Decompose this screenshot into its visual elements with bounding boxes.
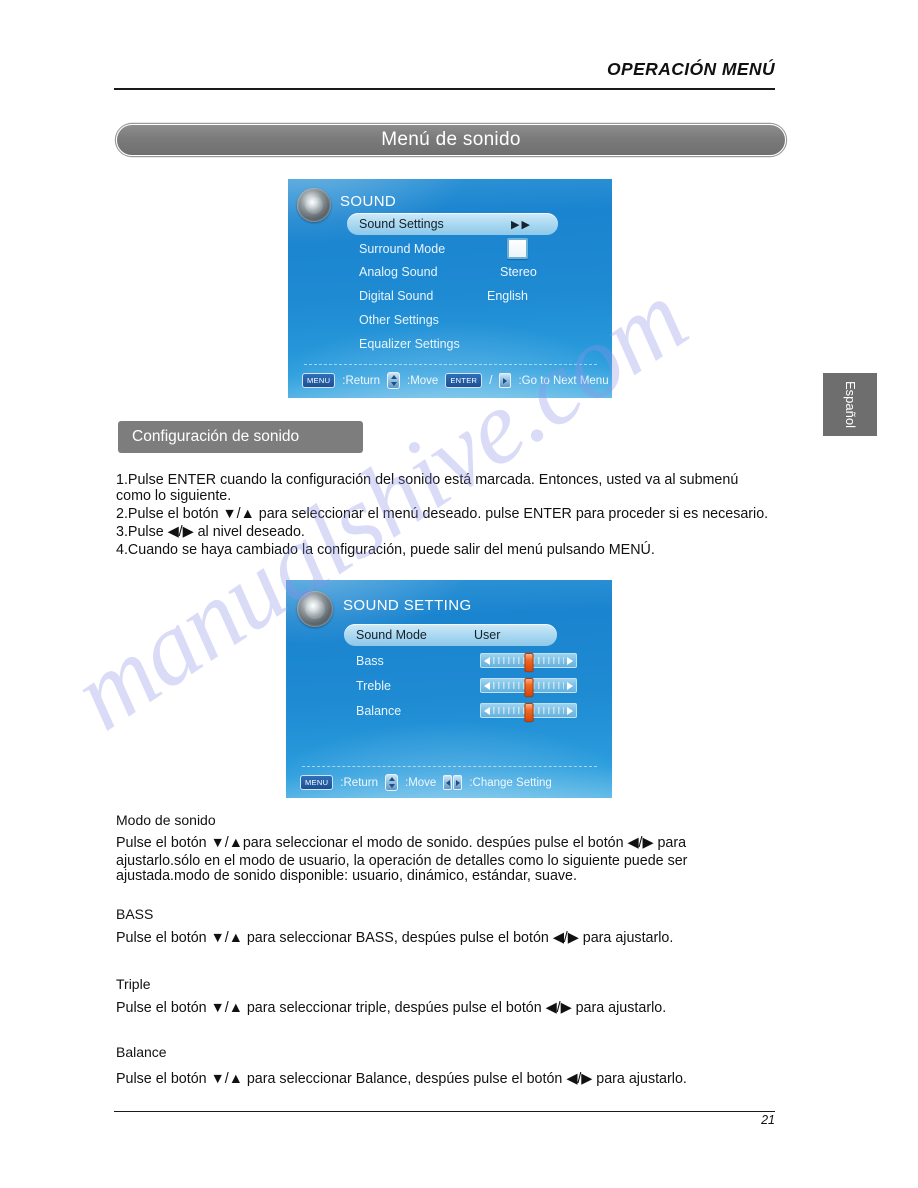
osd-row-label: Analog Sound	[359, 264, 438, 279]
osd-row-label: Bass	[356, 653, 384, 668]
section-heading-bass: BASS	[116, 906, 154, 922]
section-heading-modo-de-sonido: Modo de sonido	[116, 812, 216, 828]
osd-footer: MENU :Return :Move :Change Setting	[300, 774, 552, 791]
right-key-icon[interactable]	[499, 373, 512, 388]
speaker-icon	[297, 188, 331, 222]
next-menu-arrows-icon: ▶▶	[511, 218, 532, 231]
menu-action-label: :Return	[342, 374, 381, 387]
osd-row-label: Sound Mode	[356, 628, 427, 642]
section-banner: Configuración de sonido	[118, 421, 363, 453]
section-2-line-0: Pulse el botón ▼/▲ para seleccionar trip…	[116, 1000, 667, 1016]
osd-row-other-settings[interactable]: Other Settings	[347, 309, 558, 330]
osd-row-label: Sound Settings	[359, 217, 444, 231]
osd-row-value: Stereo	[500, 264, 537, 279]
menu-action-label: :Return	[340, 776, 379, 789]
osd-row-label: Treble	[356, 678, 391, 693]
move-action-label: :Move	[405, 776, 437, 789]
speaker-icon	[297, 591, 333, 627]
section-title: Configuración de sonido	[132, 428, 300, 445]
osd-row-balance[interactable]: Balance	[344, 700, 577, 722]
osd-separator	[304, 364, 597, 365]
osd-sound-menu: SOUND Sound Settings ▶▶ Surround Mode An…	[288, 179, 612, 398]
osd-footer: MENU :Return :Move ENTER / :Go to Next M…	[302, 372, 609, 389]
running-head: OPERACIÓN MENÚ	[607, 59, 775, 79]
treble-slider[interactable]	[480, 678, 577, 697]
enter-action-label: :Go to Next Menu	[518, 374, 609, 387]
menu-key-icon[interactable]: MENU	[302, 373, 336, 388]
page-title: Menú de sonido	[381, 129, 521, 150]
osd-row-sound-mode[interactable]: Sound Mode User	[344, 624, 557, 646]
osd-row-label: Surround Mode	[359, 241, 446, 256]
section-0-line-2: ajustada.modo de sonido disponible: usua…	[116, 868, 577, 884]
osd-title: SOUND	[340, 193, 397, 210]
osd-row-label: Digital Sound	[359, 288, 434, 303]
osd-row-value: User	[474, 628, 501, 642]
osd-row-equalizer-settings[interactable]: Equalizer Settings	[347, 333, 558, 354]
osd-row-surround-mode[interactable]: Surround Mode	[347, 238, 558, 259]
osd-row-bass[interactable]: Bass	[344, 650, 577, 672]
section-1-line-0: Pulse el botón ▼/▲ para seleccionar BASS…	[116, 930, 674, 946]
osd-row-label: Balance	[356, 703, 402, 718]
section-3-line-0: Pulse el botón ▼/▲ para seleccionar Bala…	[116, 1071, 687, 1087]
leftright-pad-icon[interactable]	[443, 775, 463, 790]
updown-pad-icon[interactable]	[385, 774, 399, 791]
page-title-banner: Menú de sonido	[116, 124, 786, 156]
move-action-label: :Move	[407, 374, 439, 387]
section-heading-triple: Triple	[116, 976, 151, 992]
osd-row-label: Equalizer Settings	[359, 336, 460, 351]
surround-mode-checkbox[interactable]	[507, 238, 528, 259]
bass-slider[interactable]	[480, 653, 577, 672]
page-number: 21	[761, 1113, 775, 1127]
language-tab-label: Español	[842, 381, 858, 428]
section-heading-balance: Balance	[116, 1044, 167, 1060]
osd-row-treble[interactable]: Treble	[344, 675, 577, 697]
enter-key-icon[interactable]: ENTER	[445, 373, 483, 388]
change-action-label: :Change Setting	[469, 776, 552, 789]
footer-rule	[114, 1111, 775, 1112]
header-rule	[114, 88, 775, 90]
instruction-line-5: 4.Cuando se haya cambiado la configuraci…	[116, 542, 655, 558]
osd-separator	[302, 766, 597, 767]
osd-row-digital-sound[interactable]: Digital Sound English	[347, 285, 558, 306]
osd-sound-setting: SOUND SETTING Sound Mode User Bass Trebl…	[286, 580, 612, 798]
menu-key-icon[interactable]: MENU	[300, 775, 334, 790]
osd-row-sound-settings[interactable]: Sound Settings ▶▶	[347, 213, 558, 235]
osd-row-analog-sound[interactable]: Analog Sound Stereo	[347, 261, 558, 282]
osd-row-label: Other Settings	[359, 312, 439, 327]
language-tab-espanol: Español	[823, 373, 877, 436]
balance-slider[interactable]	[480, 703, 577, 722]
osd-title: SOUND SETTING	[343, 597, 472, 614]
enter-separator: /	[489, 374, 493, 387]
updown-pad-icon[interactable]	[387, 372, 401, 389]
osd-row-value: English	[487, 288, 528, 303]
